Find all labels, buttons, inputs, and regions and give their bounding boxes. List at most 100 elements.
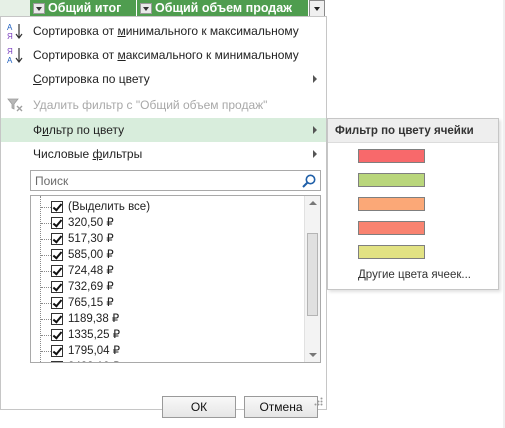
sort-z-to-a-icon: Я А: [7, 47, 23, 64]
scroll-up-arrow-icon[interactable]: [309, 201, 317, 205]
color-swatch[interactable]: [358, 197, 425, 211]
row-header-corner: [0, 0, 30, 17]
number-filters-post: ильтры: [102, 147, 143, 161]
svg-text:Я: Я: [7, 32, 13, 40]
color-swatch[interactable]: [358, 149, 425, 163]
clear-filter-label: Удалить фильтр с "Общий объем продаж": [33, 98, 268, 112]
value-checkbox[interactable]: [51, 201, 63, 213]
active-filter-dropdown-button[interactable]: [309, 0, 325, 17]
header-cell-sales-label: Общий объем продаж: [155, 1, 293, 15]
filter-dropdown-icon[interactable]: [33, 3, 45, 14]
tree-branch: [41, 239, 51, 240]
value-checkbox[interactable]: [51, 233, 63, 245]
value-checkbox[interactable]: [51, 313, 63, 325]
search-input[interactable]: [33, 172, 293, 189]
submenu-title: Фильтр по цвету ячейки: [328, 119, 498, 143]
value-checkbox[interactable]: [51, 345, 63, 357]
menu-item-clear-filter: Удалить фильтр с "Общий объем продаж": [1, 93, 326, 117]
sort-asc-post: инимального к максимальному: [125, 24, 299, 38]
menu-item-number-filters[interactable]: Числовые фильтры: [1, 142, 326, 166]
search-box: [30, 170, 321, 191]
svg-text:Я: Я: [7, 47, 13, 56]
resize-grip-icon[interactable]: [313, 396, 323, 406]
value-checkbox[interactable]: [51, 217, 63, 229]
filter-color-pre: Ф: [33, 123, 43, 137]
number-filters-accel: ф: [92, 147, 103, 161]
number-filters-pre: Числовые: [33, 147, 93, 161]
value-checkbox[interactable]: [51, 281, 63, 293]
tree-branch: [41, 335, 51, 336]
color-swatch[interactable]: [358, 245, 425, 259]
tree-branch: [41, 351, 51, 352]
vertical-scrollbar[interactable]: [304, 196, 320, 362]
tree-branch: [41, 287, 51, 288]
sort-desc-accel: м: [117, 48, 126, 62]
value-label: 724,48 ₽: [68, 265, 114, 277]
svg-text:А: А: [7, 56, 13, 64]
list-item[interactable]: 517,30 ₽: [31, 231, 301, 247]
select-all-row[interactable]: (Выделить все): [31, 199, 301, 215]
scroll-down-arrow-icon[interactable]: [309, 353, 317, 357]
tree-branch: [41, 223, 51, 224]
list-item[interactable]: 1795,04 ₽: [31, 343, 301, 359]
submenu-arrow-icon: [313, 75, 317, 83]
value-label: 1795,04 ₽: [68, 345, 121, 357]
list-item[interactable]: 765,15 ₽: [31, 295, 301, 311]
value-label: 585,00 ₽: [68, 249, 114, 261]
value-label: 1189,38 ₽: [68, 313, 120, 325]
list-item[interactable]: 2428,10 ₽: [31, 359, 301, 362]
filter-color-post: льтр по цвету: [48, 123, 125, 137]
ok-button[interactable]: ОК: [162, 396, 236, 418]
header-cell-total-label: Общий итог: [48, 1, 122, 15]
menu-item-sort-by-color[interactable]: Сортировка по цвету: [1, 67, 326, 91]
tree-branch: [41, 207, 51, 208]
sort-color-accel: С: [33, 72, 42, 86]
filter-color-accel: и: [42, 123, 49, 137]
value-label: 1335,25 ₽: [68, 329, 121, 341]
list-item[interactable]: 585,00 ₽: [31, 247, 301, 263]
value-checkbox[interactable]: [51, 249, 63, 261]
more-colors-post: ругие цвета ячеек...: [365, 269, 471, 281]
color-swatch[interactable]: [358, 173, 425, 187]
sort-desc-post: аксимального к минимальному: [125, 48, 299, 62]
list-item[interactable]: 320,50 ₽: [31, 215, 301, 231]
value-checkbox[interactable]: [51, 297, 63, 309]
autofilter-menu: А Я Сортировка от м инимального к максима…: [0, 16, 327, 418]
tree-branch: [41, 271, 51, 272]
value-label: 765,15 ₽: [68, 297, 114, 309]
filter-by-color-submenu: Фильтр по цвету ячейки Другие цвета ячее…: [327, 118, 499, 290]
value-label: (Выделить все): [68, 201, 151, 213]
menu-item-filter-by-color[interactable]: Фильтр по цвету: [1, 118, 326, 142]
values-list: (Выделить все) 320,50 ₽ 517,30 ₽ 585,00 ₽ 72…: [30, 195, 321, 363]
menu-item-sort-descending[interactable]: Я А Сортировка от максимального к минима…: [1, 43, 326, 67]
clear-filter-icon: [7, 98, 23, 112]
list-item[interactable]: 724,48 ₽: [31, 263, 301, 279]
tree-branch: [41, 255, 51, 256]
header-cell-total[interactable]: Общий итог: [30, 0, 137, 17]
sort-a-to-z-icon: А Я: [7, 23, 23, 40]
header-cell-sales[interactable]: Общий объем продаж: [137, 0, 309, 17]
more-colors-accel: Д: [358, 269, 366, 281]
menu-item-sort-ascending[interactable]: А Я Сортировка от минимального к максима…: [1, 19, 326, 43]
value-checkbox[interactable]: [51, 329, 63, 341]
list-item[interactable]: 1335,25 ₽: [31, 327, 301, 343]
value-label: 320,50 ₽: [68, 217, 114, 229]
tree-branch: [41, 319, 51, 320]
scroll-thumb[interactable]: [307, 233, 318, 316]
sort-asc-pre: Сортировка от: [33, 24, 118, 38]
list-item[interactable]: 1189,38 ₽: [31, 311, 301, 327]
submenu-arrow-icon: [313, 150, 317, 158]
value-label: 517,30 ₽: [68, 233, 114, 245]
list-item[interactable]: 732,69 ₽: [31, 279, 301, 295]
magnifier-icon[interactable]: [301, 173, 317, 189]
value-checkbox[interactable]: [51, 361, 63, 362]
color-swatch[interactable]: [358, 221, 425, 235]
value-checkbox[interactable]: [51, 265, 63, 277]
submenu-arrow-icon: [313, 126, 317, 134]
more-cell-colors-item[interactable]: Другие цвета ячеек...: [358, 269, 471, 281]
cancel-button[interactable]: Отмена: [244, 396, 318, 418]
svg-text:А: А: [7, 23, 13, 32]
filter-dropdown-icon[interactable]: [140, 3, 152, 14]
value-label: 2428,10 ₽: [68, 359, 120, 362]
tree-branch: [41, 303, 51, 304]
